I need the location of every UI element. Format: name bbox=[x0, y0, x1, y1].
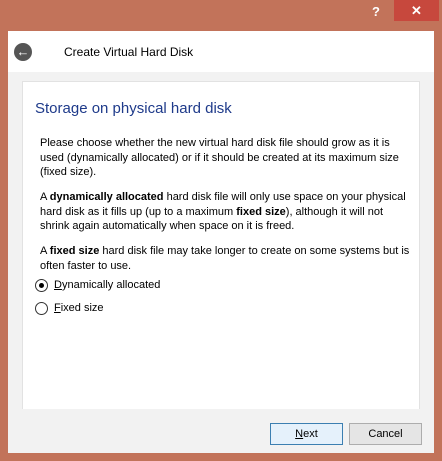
radio-label[interactable]: Fixed size bbox=[54, 302, 104, 314]
radio-circle[interactable] bbox=[35, 302, 48, 315]
fixed-term: fixed size bbox=[236, 205, 286, 218]
back-arrow-icon[interactable]: ← bbox=[14, 43, 32, 61]
page-panel: Storage on physical hard disk Please cho… bbox=[22, 81, 420, 409]
radio-label[interactable]: Dynamically allocated bbox=[54, 279, 160, 291]
dynamic-term: dynamically allocated bbox=[49, 191, 164, 203]
fixed-description-paragraph: A fixed size hard disk file may take lon… bbox=[40, 245, 410, 272]
radio-dynamically-allocated[interactable]: Dynamically allocated bbox=[35, 278, 235, 294]
dynamic-description-paragraph: A dynamically allocated hard disk file w… bbox=[40, 191, 406, 232]
dialog-window: ? ✕ ← Create Virtual Hard Disk Storage o… bbox=[0, 0, 442, 461]
cancel-button[interactable]: Cancel bbox=[349, 423, 422, 445]
wizard-title: Create Virtual Hard Disk bbox=[64, 45, 194, 59]
fixed-term: fixed size bbox=[49, 245, 100, 257]
radio-fixed-size[interactable]: Fixed size bbox=[35, 301, 235, 317]
close-button[interactable]: ✕ bbox=[394, 0, 439, 21]
page-title: Storage on physical hard disk bbox=[35, 100, 232, 117]
radio-circle[interactable] bbox=[35, 279, 48, 292]
next-button[interactable]: Next bbox=[270, 423, 343, 445]
wizard-header: ← Create Virtual Hard Disk bbox=[8, 31, 434, 72]
radio-selected-dot bbox=[39, 283, 44, 288]
title-bar: ? ✕ bbox=[0, 0, 442, 30]
help-button[interactable]: ? bbox=[363, 2, 389, 22]
wizard-content: Storage on physical hard disk Please cho… bbox=[8, 72, 434, 409]
description-paragraph: Please choose whether the new virtual ha… bbox=[40, 137, 399, 178]
button-bar: Next Cancel bbox=[8, 409, 434, 453]
